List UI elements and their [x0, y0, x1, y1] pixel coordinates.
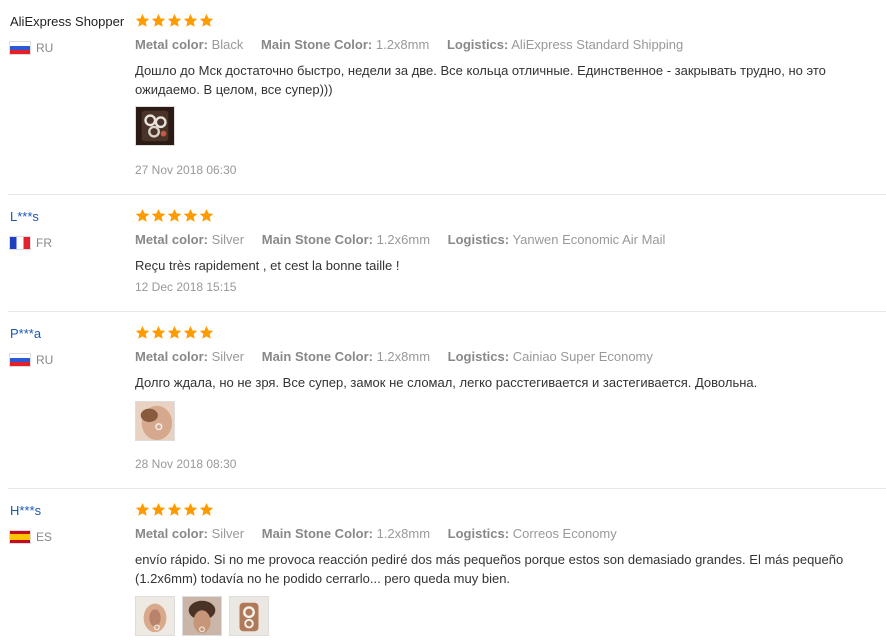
main-stone-color-label: Main Stone Color: [261, 37, 373, 52]
reviewer-country: RU [10, 41, 53, 55]
review-text: Дошло до Мск достаточно быстро, недели з… [135, 63, 826, 97]
star-icon [167, 502, 182, 516]
star-icon [135, 13, 150, 27]
metal-color-label: Metal color: [135, 526, 208, 541]
star-icon [167, 208, 182, 222]
metal-color-label: Metal color: [135, 232, 208, 247]
review-photo-thumbnail[interactable] [229, 596, 269, 636]
logistics-label: Logistics: [447, 349, 510, 364]
logistics-label: Logistics: [446, 37, 509, 52]
star-icon [167, 13, 182, 27]
country-code: ES [36, 530, 53, 544]
main-stone-color-label: Main Stone Color: [261, 526, 373, 541]
star-icon [135, 208, 150, 222]
main-stone-color-value: 1.2x8mm [376, 349, 431, 364]
star-icon [199, 502, 214, 516]
star-icon [183, 502, 198, 516]
review-photo-thumbnail[interactable] [135, 401, 175, 441]
review-photo-thumbnail[interactable] [182, 596, 222, 636]
reviewer-name[interactable]: AliExpress Shopper [10, 14, 124, 29]
star-icon [199, 325, 214, 339]
reviewer-country: FR [10, 236, 52, 250]
review-text: Reçu très rapidement , et cest la bonne … [135, 258, 400, 273]
star-icon [135, 502, 150, 516]
star-icon [151, 325, 166, 339]
review-item: H***s ES Metal color: Silver Main Stone … [0, 489, 886, 644]
ring-photo-icon [136, 107, 174, 145]
france-flag-icon [10, 237, 30, 249]
metal-color-value: Silver [211, 526, 245, 541]
star-rating [135, 502, 214, 518]
product-attributes: Metal color: Silver Main Stone Color: 1.… [135, 526, 631, 541]
star-icon [199, 208, 214, 222]
metal-color-value: Black [211, 37, 244, 52]
star-rating [135, 325, 214, 341]
metal-color-value: Silver [211, 232, 245, 247]
reviewer-name[interactable]: P***a [10, 326, 41, 341]
review-photo-thumbnail[interactable] [135, 596, 175, 636]
metal-color-label: Metal color: [135, 37, 208, 52]
logistics-label: Logistics: [447, 526, 510, 541]
logistics-value: AliExpress Standard Shipping [511, 37, 684, 52]
country-code: RU [36, 353, 54, 367]
review-date: 27 Nov 2018 06:30 [135, 163, 237, 177]
logistics-label: Logistics: [447, 232, 510, 247]
star-rating [135, 13, 214, 29]
product-attributes: Metal color: Silver Main Stone Color: 1.… [135, 232, 679, 247]
star-icon [135, 325, 150, 339]
metal-color-label: Metal color: [135, 349, 208, 364]
review-date: 12 Dec 2018 15:15 [135, 280, 237, 294]
star-icon [151, 208, 166, 222]
main-stone-color-label: Main Stone Color: [261, 232, 373, 247]
star-icon [167, 325, 182, 339]
ring-photo-icon [230, 597, 268, 635]
review-item: AliExpress Shopper RU Metal color: Black… [0, 0, 886, 195]
reviewer-name[interactable]: H***s [10, 503, 41, 518]
reviewer-country: ES [10, 530, 52, 544]
country-code: FR [36, 236, 52, 250]
reviewer-name[interactable]: L***s [10, 209, 39, 224]
star-rating [135, 208, 214, 224]
star-icon [151, 502, 166, 516]
ear-photo-icon [136, 597, 174, 635]
logistics-value: Cainiao Super Economy [512, 349, 653, 364]
ear-photo-icon [183, 597, 221, 635]
logistics-value: Yanwen Economic Air Mail [512, 232, 666, 247]
russia-flag-icon [10, 42, 30, 54]
ear-photo-icon [136, 402, 174, 440]
star-icon [183, 13, 198, 27]
logistics-value: Correos Economy [512, 526, 617, 541]
star-icon [199, 13, 214, 27]
review-text: Долго ждала, но не зря. Все супер, замок… [135, 375, 758, 390]
review-item: P***a RU Metal color: Silver Main Stone … [0, 312, 886, 489]
review-date: 28 Nov 2018 08:30 [135, 457, 237, 471]
review-photo-thumbnail[interactable] [135, 106, 175, 146]
country-code: RU [36, 41, 54, 55]
russia-flag-icon [10, 354, 30, 366]
product-attributes: Metal color: Black Main Stone Color: 1.2… [135, 37, 697, 52]
spain-flag-icon [10, 531, 30, 543]
reviewer-country: RU [10, 353, 53, 367]
star-icon [183, 325, 198, 339]
metal-color-value: Silver [211, 349, 245, 364]
main-stone-color-value: 1.2x8mm [375, 37, 430, 52]
star-icon [183, 208, 198, 222]
review-item: L***s FR Metal color: Silver Main Stone … [0, 195, 886, 312]
main-stone-color-value: 1.2x8mm [376, 526, 431, 541]
product-attributes: Metal color: Silver Main Stone Color: 1.… [135, 349, 667, 364]
review-text: envío rápido. Si no me provoca reacción … [135, 552, 844, 586]
main-stone-color-value: 1.2x6mm [376, 232, 431, 247]
main-stone-color-label: Main Stone Color: [261, 349, 373, 364]
star-icon [151, 13, 166, 27]
